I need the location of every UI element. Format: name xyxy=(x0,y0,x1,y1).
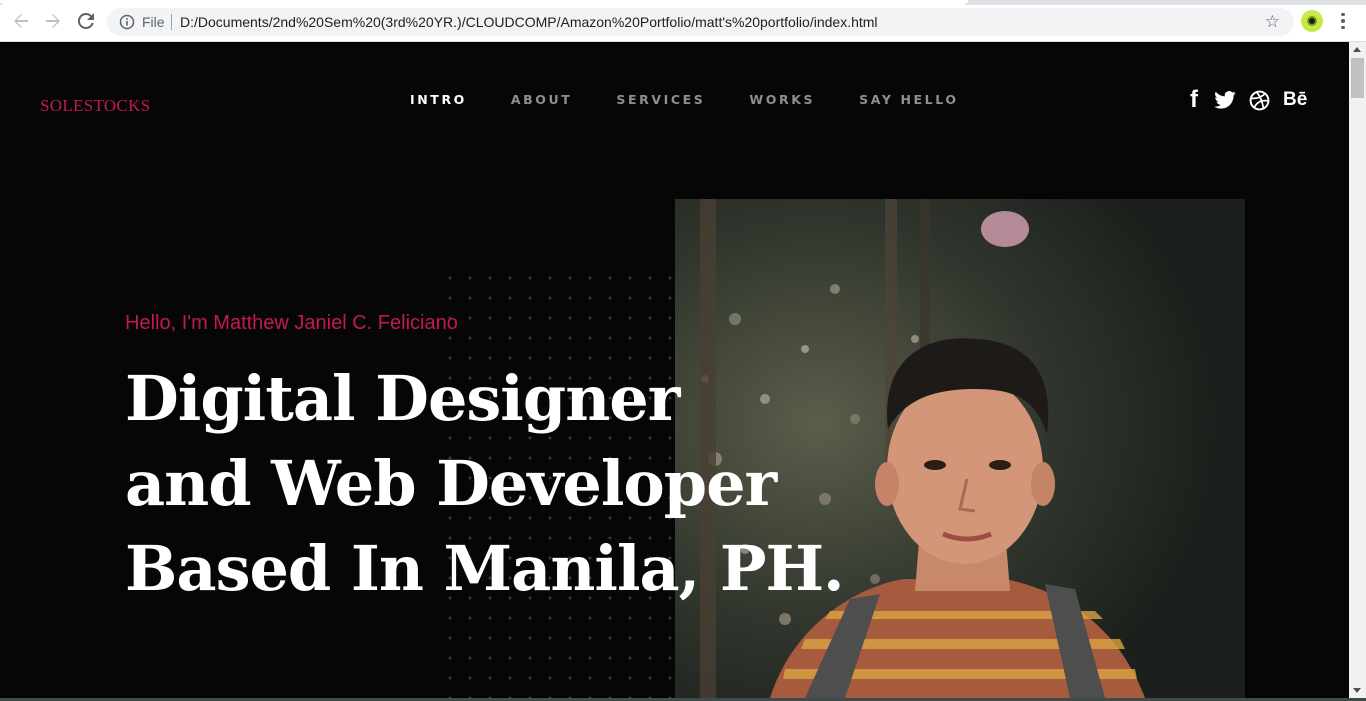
scheme-label: File xyxy=(142,14,165,30)
url-text[interactable]: D:/Documents/2nd%20Sem%20(3rd%20YR.)/CLO… xyxy=(180,14,878,30)
menu-dot xyxy=(1341,25,1345,30)
bookmark-star-icon[interactable]: ☆ xyxy=(1265,12,1280,32)
nav-link-intro[interactable]: INTRO xyxy=(410,92,467,107)
page-scrollbar[interactable] xyxy=(1349,42,1366,698)
extension-icon[interactable] xyxy=(1301,10,1323,32)
address-bar[interactable]: File D:/Documents/2nd%20Sem%20(3rd%20YR.… xyxy=(107,8,1294,36)
reload-icon xyxy=(78,13,94,29)
site-logo[interactable]: SOLESTOCKS xyxy=(40,96,150,116)
nav-link-about[interactable]: ABOUT xyxy=(511,92,573,107)
back-button[interactable] xyxy=(10,10,32,32)
hero-headline: Digital Designer and Web Developer Based… xyxy=(125,356,845,611)
headline-line-3: Based In Manila, PH. xyxy=(125,532,845,605)
scroll-up-arrow-icon[interactable] xyxy=(1353,47,1361,52)
menu-dot xyxy=(1341,19,1345,23)
nav-link-works[interactable]: WORKS xyxy=(749,92,815,107)
browser-menu-button[interactable] xyxy=(1336,10,1350,32)
nav-link-say-hello[interactable]: SAY HELLO xyxy=(859,92,958,107)
social-links: f Bē xyxy=(1187,88,1307,112)
reload-button[interactable] xyxy=(75,10,97,32)
menu-dot xyxy=(1341,12,1345,17)
facebook-icon[interactable]: f xyxy=(1187,88,1201,112)
dribbble-icon[interactable] xyxy=(1249,90,1270,111)
headline-line-1: Digital Designer xyxy=(125,362,680,435)
omnibox-separator xyxy=(171,14,172,30)
forward-button[interactable] xyxy=(42,10,64,32)
twitter-icon[interactable] xyxy=(1214,91,1236,109)
info-icon[interactable] xyxy=(119,14,135,30)
scrollbar-thumb[interactable] xyxy=(1351,58,1364,98)
hero-greeting: Hello, I'm Matthew Janiel C. Feliciano xyxy=(125,312,458,334)
scroll-down-arrow-icon[interactable] xyxy=(1353,688,1361,693)
twitter-bird-icon xyxy=(1214,91,1236,109)
behance-icon[interactable]: Bē xyxy=(1283,89,1307,111)
dribbble-ball-icon xyxy=(1249,90,1270,110)
tab-strip xyxy=(0,0,1366,5)
arrow-left-icon xyxy=(14,14,28,28)
headline-line-2: and Web Developer xyxy=(125,447,777,520)
nav-link-services[interactable]: SERVICES xyxy=(616,92,705,107)
arrow-right-icon xyxy=(46,14,60,28)
browser-toolbar: File D:/Documents/2nd%20Sem%20(3rd%20YR.… xyxy=(0,0,1366,42)
active-tab[interactable] xyxy=(0,0,968,5)
main-nav: INTRO ABOUT SERVICES WORKS SAY HELLO xyxy=(410,92,1003,107)
page-viewport: SOLESTOCKS INTRO ABOUT SERVICES WORKS SA… xyxy=(0,42,1349,698)
extension-icon-inner xyxy=(1307,16,1317,26)
